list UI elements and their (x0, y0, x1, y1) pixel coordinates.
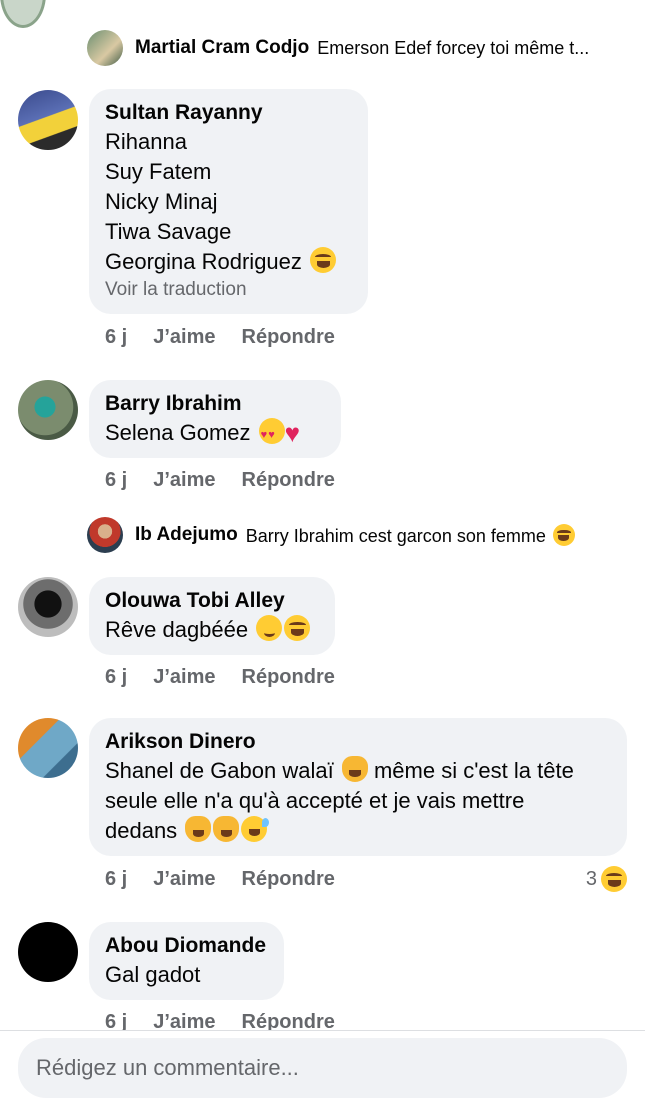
like-button[interactable]: J’aime (153, 868, 215, 890)
comment-line-text: Rêve dagbéée (105, 617, 249, 642)
face-with-tears-of-joy-icon (284, 615, 311, 641)
comment-author[interactable]: Arikson Dinero (105, 728, 611, 756)
timestamp[interactable]: 6 j (105, 868, 127, 890)
comment-line-text: Shanel de Gabon walaï (105, 758, 334, 783)
comment-line: Gal gadot (105, 962, 201, 987)
comment-line: Suy Fatem (105, 159, 212, 184)
reply-button[interactable]: Répondre (242, 326, 335, 348)
timestamp[interactable]: 6 j (105, 666, 127, 688)
laughing-face-icon (601, 866, 627, 892)
like-button[interactable]: J’aime (153, 469, 215, 491)
avatar[interactable] (18, 577, 78, 637)
heart-eyes-icon (258, 418, 285, 450)
timestamp[interactable]: 6 j (105, 326, 127, 348)
comment-input[interactable] (18, 1038, 627, 1098)
reply-button[interactable]: Répondre (242, 666, 335, 688)
face-with-tears-of-joy-icon (310, 247, 337, 273)
comment-line: Georgina Rodriguez (105, 247, 352, 277)
comment-bubble[interactable]: Arikson Dinero Shanel de Gabon walaï mêm… (89, 718, 627, 856)
comment-bubble[interactable]: Barry Ibrahim Selena Gomez ♥ (89, 380, 341, 458)
comment-line: Rihanna (105, 129, 187, 154)
timestamp[interactable]: 6 j (105, 469, 127, 491)
comment-line-text: même si c'est la tête (373, 758, 574, 783)
avatar[interactable] (18, 922, 78, 982)
cat-tears-of-joy-icon (185, 816, 212, 842)
divider (0, 1030, 645, 1031)
cat-tears-of-joy-icon (341, 756, 368, 782)
comment-line: Shanel de Gabon walaï même si c'est la t… (105, 756, 611, 786)
like-button[interactable]: J’aime (153, 666, 215, 688)
reply-author[interactable]: Martial Cram Codjo (135, 37, 309, 59)
reply-author[interactable]: Ib Adejumo (135, 524, 238, 546)
partial-avatar (0, 0, 46, 28)
reply-button[interactable]: Répondre (242, 469, 335, 491)
comment-line-text: Georgina Rodriguez (105, 249, 302, 274)
avatar[interactable] (18, 90, 78, 150)
comment-line: Nicky Minaj (105, 189, 218, 214)
reply-text-content[interactable]: Barry Ibrahim cest garcon son femme (246, 526, 546, 546)
smiling-face-icon (256, 615, 283, 641)
reply-text: Barry Ibrahim cest garcon son femme (246, 523, 575, 547)
comment-author[interactable]: Barry Ibrahim (105, 390, 325, 418)
see-translation-link[interactable]: Voir la traduction (105, 277, 352, 303)
comment-bubble[interactable]: Olouwa Tobi Alley Rêve dagbéée (89, 577, 335, 655)
reply-button[interactable]: Répondre (242, 868, 335, 890)
reply-text[interactable]: Emerson Edef forcey toi même t... (317, 38, 589, 59)
comment-line-text: Selena Gomez (105, 420, 251, 445)
comment-line: Selena Gomez ♥ (105, 418, 325, 450)
face-with-tears-of-joy-icon (552, 523, 575, 546)
comment-bubble[interactable]: Sultan Rayanny Rihanna Suy Fatem Nicky M… (89, 89, 368, 314)
comment-bubble[interactable]: Abou Diomande Gal gadot (89, 922, 284, 1000)
cat-tears-of-joy-icon (213, 816, 240, 842)
comment-author[interactable]: Sultan Rayanny (105, 99, 352, 127)
comment-line: Tiwa Savage (105, 219, 232, 244)
avatar[interactable] (18, 380, 78, 440)
grinning-sweat-icon (241, 816, 270, 842)
comment-actions: 6 j J’aime Répondre (105, 867, 361, 891)
comment-actions: 6 j J’aime Répondre (105, 665, 361, 689)
reaction-count[interactable]: 3 (586, 866, 627, 892)
comment-author[interactable]: Abou Diomande (105, 932, 268, 960)
comment-actions: 6 j J’aime Répondre (105, 325, 361, 349)
comment-line: seule elle n'a qu'à accepté et je vais m… (105, 788, 525, 813)
like-button[interactable]: J’aime (153, 326, 215, 348)
reaction-count-value: 3 (585, 867, 597, 890)
comment-line-text: dedans (105, 818, 178, 843)
red-heart-icon: ♥ (284, 418, 301, 448)
reply-row: Martial Cram Codjo Emerson Edef forcey t… (87, 30, 589, 66)
reply-row: Ib Adejumo Barry Ibrahim cest garcon son… (87, 517, 575, 553)
avatar[interactable] (18, 718, 78, 778)
comment-actions: 6 j J’aime Répondre (105, 468, 361, 492)
comment-author[interactable]: Olouwa Tobi Alley (105, 587, 319, 615)
comment-line: dedans (105, 816, 611, 846)
comment-line: Rêve dagbéée (105, 615, 319, 645)
